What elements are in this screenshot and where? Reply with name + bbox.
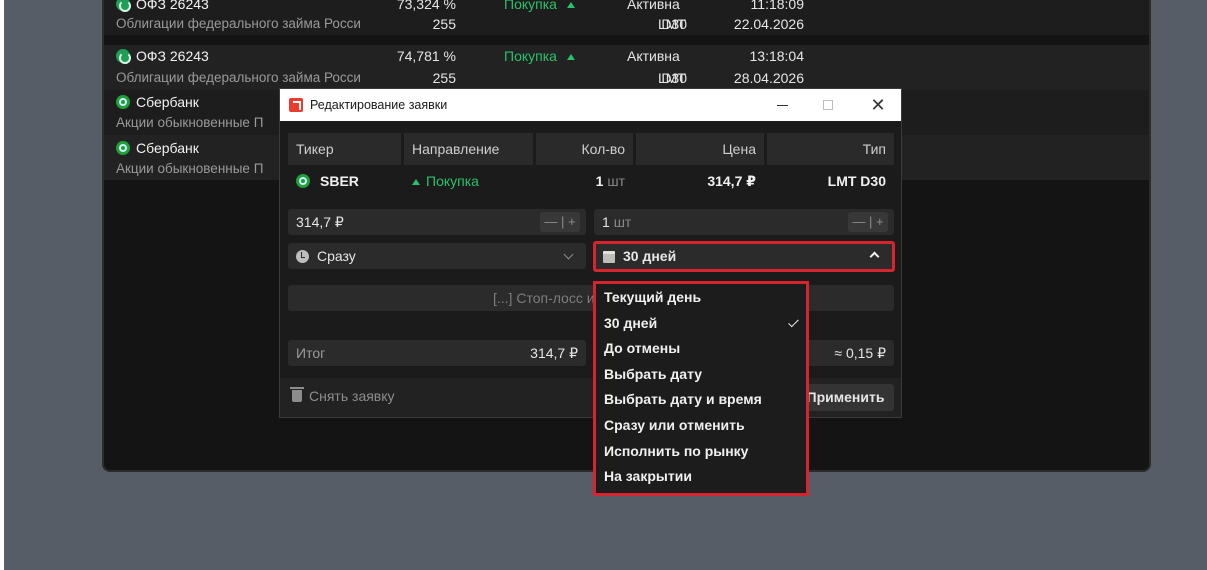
order-qty: 255 [432, 70, 456, 86]
qty-stepper[interactable]: — | + [848, 212, 888, 232]
menu-item-until-cancel[interactable]: До отмены [596, 336, 806, 362]
order-duration: D30 [661, 70, 687, 86]
order-status: Активна [627, 0, 680, 12]
order-name: ОФЗ 26243 [136, 0, 209, 12]
minimize-icon [776, 104, 788, 106]
menu-item-at-close[interactable]: На закрытии [596, 464, 806, 490]
order-qty: 1 шт [595, 173, 625, 189]
maximize-button[interactable] [805, 89, 851, 121]
menu-item-choose-date[interactable]: Выбрать дату [596, 362, 806, 388]
order-name: ОФЗ 26243 [136, 48, 209, 64]
order-direction: Покупка [412, 167, 479, 195]
order-subtitle: Облигации федерального займа Росси [116, 70, 361, 85]
order-ticker: SBER [296, 167, 359, 195]
trash-icon [290, 387, 304, 402]
calendar-icon [603, 250, 615, 263]
sber-icon [116, 95, 130, 109]
execution-select[interactable]: Сразу [288, 243, 586, 269]
ofz-icon [116, 49, 131, 64]
order-price: 74,781 % [396, 48, 456, 64]
clock-icon [296, 249, 309, 263]
chevron-up-icon [869, 251, 880, 262]
order-price: 73,324 % [396, 0, 456, 12]
commission-value: ≈ 0,15 ₽ [834, 345, 886, 361]
ofz-icon [116, 0, 131, 12]
dialog-title: Редактирование заявки [310, 98, 448, 112]
order-type: LMT D30 [827, 173, 886, 189]
order-date: 28.04.2026 [733, 70, 804, 86]
apply-button[interactable]: Применить [797, 384, 894, 411]
order-time: 11:18:09 [750, 0, 804, 12]
price-input[interactable]: 314,7 ₽ — | + [288, 209, 586, 235]
order-row[interactable]: ОФЗ 26243 Облигации федерального займа Р… [104, 0, 1149, 35]
menu-item-current-day[interactable]: Текущий день [596, 285, 806, 311]
dialog-titlebar[interactable]: Редактирование заявки ✕ [280, 89, 901, 121]
order-row[interactable]: ОФЗ 26243 Облигации федерального займа Р… [104, 45, 1149, 90]
column-header-type: Тип [767, 133, 894, 165]
order-duration: D30 [661, 16, 687, 32]
cancel-order-button[interactable]: Снять заявку [290, 387, 395, 404]
buy-arrow-icon [412, 178, 420, 185]
minimize-button[interactable] [759, 89, 805, 121]
close-button[interactable]: ✕ [855, 89, 901, 121]
chevron-down-icon [563, 249, 574, 260]
order-direction: Покупка [504, 48, 581, 64]
order-subtitle: Облигации федерального займа Росси [116, 16, 361, 31]
order-direction: Покупка [504, 0, 581, 12]
total-value: 314,7 ₽ [530, 345, 578, 361]
price-stepper[interactable]: — | + [540, 212, 580, 232]
qty-input[interactable]: 1 шт — | + [594, 209, 894, 235]
order-price: 314,7 ₽ [707, 173, 756, 189]
maximize-icon [823, 100, 833, 110]
checkmark-icon [788, 316, 799, 327]
column-header-price: Цена [636, 133, 764, 165]
order-qty: 255 [432, 16, 456, 32]
column-header-direction: Направление [404, 133, 533, 165]
menu-item-immediate-or-cancel[interactable]: Сразу или отменить [596, 413, 806, 439]
column-header-ticker: Тикер [288, 133, 401, 165]
duration-dropdown-menu: Текущий день 30 дней До отмены Выбрать д… [593, 281, 809, 496]
order-status: Активна [627, 48, 680, 64]
menu-item-market-execute[interactable]: Исполнить по рынку [596, 439, 806, 465]
app-logo-icon [289, 98, 303, 112]
total-field: Итог 314,7 ₽ [288, 340, 586, 366]
menu-item-choose-date-time[interactable]: Выбрать дату и время [596, 387, 806, 413]
order-name: Сбербанк [136, 94, 199, 110]
column-header-qty: Кол-во [536, 133, 633, 165]
sber-icon [116, 141, 130, 155]
duration-select[interactable]: 30 дней [593, 241, 895, 272]
order-time: 13:18:04 [749, 48, 805, 64]
close-icon: ✕ [870, 94, 886, 115]
menu-item-30-days[interactable]: 30 дней [596, 311, 806, 337]
order-date: 22.04.2026 [733, 16, 804, 32]
sber-icon [296, 174, 310, 188]
order-name: Сбербанк [136, 140, 199, 156]
